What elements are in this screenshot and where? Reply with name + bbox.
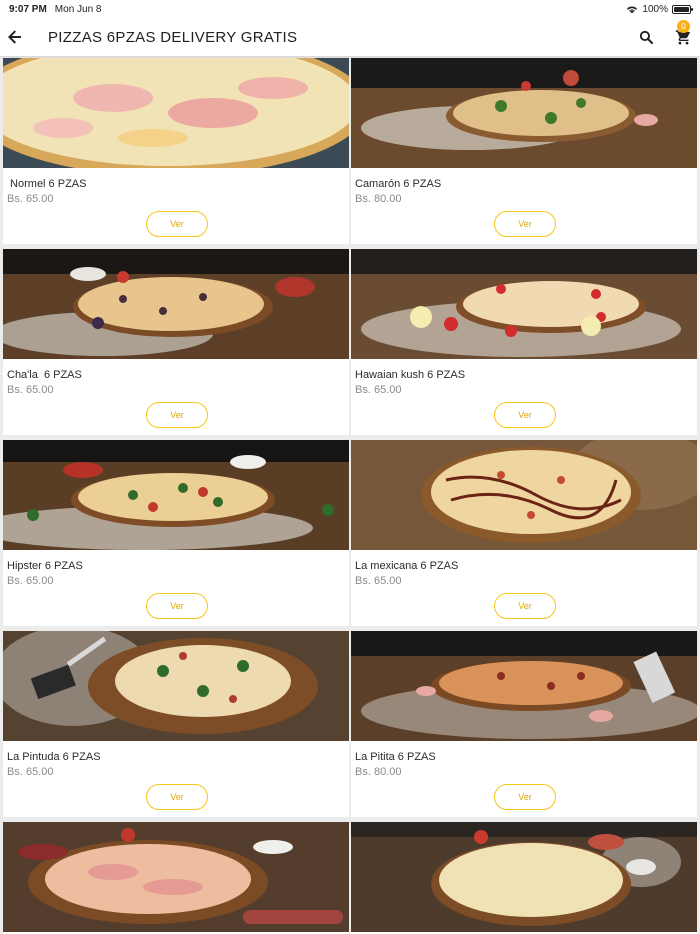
view-product-button[interactable]: Ver [146, 593, 208, 619]
view-product-button[interactable]: Ver [494, 402, 556, 428]
status-time: 9:07 PM [9, 3, 47, 15]
product-card[interactable]: La mexicana 6 PZAS Bs. 65.00 Ver [351, 440, 697, 626]
product-card[interactable]: Hipster 6 PZAS Bs. 65.00 Ver [3, 440, 349, 626]
product-price: Bs. 80.00 [355, 766, 402, 778]
product-image [3, 440, 349, 550]
product-name: Normel 6 PZAS [7, 178, 87, 190]
product-card[interactable]: La Pintuda 6 PZAS Bs. 65.00 Ver [3, 631, 349, 817]
view-product-button[interactable]: Ver [494, 593, 556, 619]
product-image [351, 249, 697, 359]
product-card[interactable]: Normel 6 PZAS Bs. 65.00 Ver [3, 58, 349, 244]
page-title: PIZZAS 6PZAS DELIVERY GRATIS [48, 28, 298, 46]
product-name: Cha'la 6 PZAS [7, 369, 82, 381]
product-image [351, 58, 697, 168]
product-image [3, 58, 349, 176]
product-card[interactable] [351, 822, 697, 934]
product-image [351, 631, 697, 741]
product-name: Hawaian kush 6 PZAS [355, 369, 466, 381]
view-product-button[interactable]: Ver [494, 211, 556, 237]
product-image [3, 631, 349, 741]
product-image [351, 822, 697, 932]
product-name: La Pintuda 6 PZAS [7, 751, 101, 763]
product-image [3, 822, 349, 932]
product-price: Bs. 65.00 [355, 575, 402, 587]
search-button[interactable] [631, 22, 661, 52]
product-price: Bs. 65.00 [7, 384, 54, 396]
cart-count-badge: 0 [677, 20, 690, 33]
product-name: La mexicana 6 PZAS [355, 560, 459, 572]
wifi-icon [627, 5, 638, 13]
product-image [3, 249, 349, 359]
product-card[interactable]: La Pitita 6 PZAS Bs. 80.00 Ver [351, 631, 697, 817]
product-image [351, 440, 697, 550]
battery-icon [672, 4, 693, 14]
search-icon [639, 30, 653, 44]
product-price: Bs. 65.00 [355, 384, 402, 396]
product-card[interactable]: Cha'la 6 PZAS Bs. 65.00 Ver [3, 249, 349, 435]
battery-percent: 100% [642, 3, 668, 15]
product-price: Bs. 80.00 [355, 193, 402, 205]
status-indicators: 100% [626, 3, 693, 15]
app-bar: PIZZAS 6PZAS DELIVERY GRATIS 0 [0, 18, 700, 56]
product-price: Bs. 65.00 [7, 575, 54, 587]
product-card[interactable]: Camarón 6 PZAS Bs. 80.00 Ver [351, 58, 697, 244]
status-bar: 9:07 PM Mon Jun 8 100% [0, 0, 700, 18]
status-date: Mon Jun 8 [54, 3, 102, 15]
view-product-button[interactable]: Ver [146, 402, 208, 428]
product-grid: Normel 6 PZAS Bs. 65.00 Ver Camarón 6 PZ… [3, 58, 697, 934]
product-card[interactable] [3, 822, 349, 934]
product-price: Bs. 65.00 [7, 193, 54, 205]
view-product-button[interactable]: Ver [146, 784, 208, 810]
product-card[interactable]: Hawaian kush 6 PZAS Bs. 65.00 Ver [351, 249, 697, 435]
product-name: La Pitita 6 PZAS [355, 751, 436, 763]
product-name: Camarón 6 PZAS [355, 178, 442, 190]
view-product-button[interactable]: Ver [146, 211, 208, 237]
view-product-button[interactable]: Ver [494, 784, 556, 810]
product-name: Hipster 6 PZAS [7, 560, 83, 572]
arrow-left-icon [8, 30, 21, 44]
product-price: Bs. 65.00 [7, 766, 54, 778]
back-button[interactable] [0, 22, 30, 52]
